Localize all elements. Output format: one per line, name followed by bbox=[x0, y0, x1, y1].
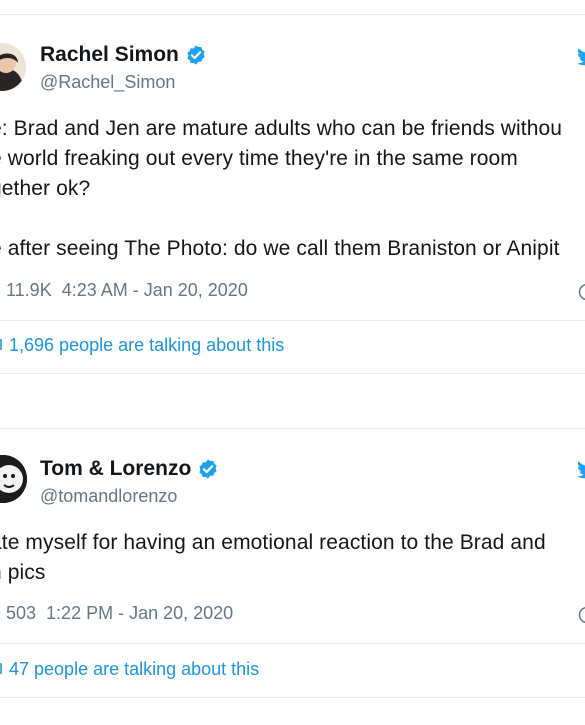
verified-badge-icon bbox=[199, 459, 217, 479]
tweet-text-line: e world freaking out every time they're … bbox=[0, 147, 518, 170]
author-name[interactable]: Tom & Lorenzo bbox=[40, 457, 219, 481]
info-icon[interactable] bbox=[578, 606, 585, 624]
divider bbox=[0, 320, 585, 321]
author-handle[interactable]: @tomandlorenzo bbox=[40, 486, 177, 507]
tweet-text-line: ate myself for having an emotional react… bbox=[0, 531, 546, 554]
divider bbox=[0, 643, 585, 644]
speech-bubble-icon bbox=[0, 662, 2, 674]
tweet-text-line: n pics bbox=[0, 561, 46, 584]
tweet-meta: 503 1:22 PM - Jan 20, 2020 bbox=[0, 603, 233, 624]
talking-text[interactable]: 1,696 people are talking about this bbox=[9, 335, 284, 356]
tweet-text-line: gether ok? bbox=[0, 177, 91, 200]
tweet-text-line: e: Brad and Jen are mature adults who ca… bbox=[0, 117, 563, 140]
tweet-meta: 11.9K 4:23 AM - Jan 20, 2020 bbox=[0, 280, 248, 301]
like-count[interactable]: 503 bbox=[6, 603, 36, 624]
author-handle[interactable]: @Rachel_Simon bbox=[40, 72, 175, 93]
talking-link[interactable]: 47 people are talking about this bbox=[0, 659, 259, 680]
twitter-bird-icon[interactable] bbox=[576, 457, 585, 481]
verified-badge-icon bbox=[187, 45, 205, 65]
tweet-text-line: e after seeing The Photo: do we call the… bbox=[0, 237, 560, 260]
talking-link[interactable]: 1,696 people are talking about this bbox=[0, 335, 284, 356]
speech-bubble-icon bbox=[0, 338, 2, 350]
like-count[interactable]: 11.9K bbox=[6, 280, 52, 301]
talking-text[interactable]: 47 people are talking about this bbox=[9, 659, 259, 680]
timestamp[interactable]: 1:22 PM - Jan 20, 2020 bbox=[46, 603, 233, 624]
info-icon[interactable] bbox=[578, 283, 585, 301]
timestamp[interactable]: 4:23 AM - Jan 20, 2020 bbox=[62, 280, 248, 301]
author-name-text[interactable]: Rachel Simon bbox=[40, 43, 179, 67]
author-name[interactable]: Rachel Simon bbox=[40, 43, 207, 67]
twitter-bird-icon[interactable] bbox=[576, 44, 585, 68]
author-name-text[interactable]: Tom & Lorenzo bbox=[40, 457, 191, 481]
